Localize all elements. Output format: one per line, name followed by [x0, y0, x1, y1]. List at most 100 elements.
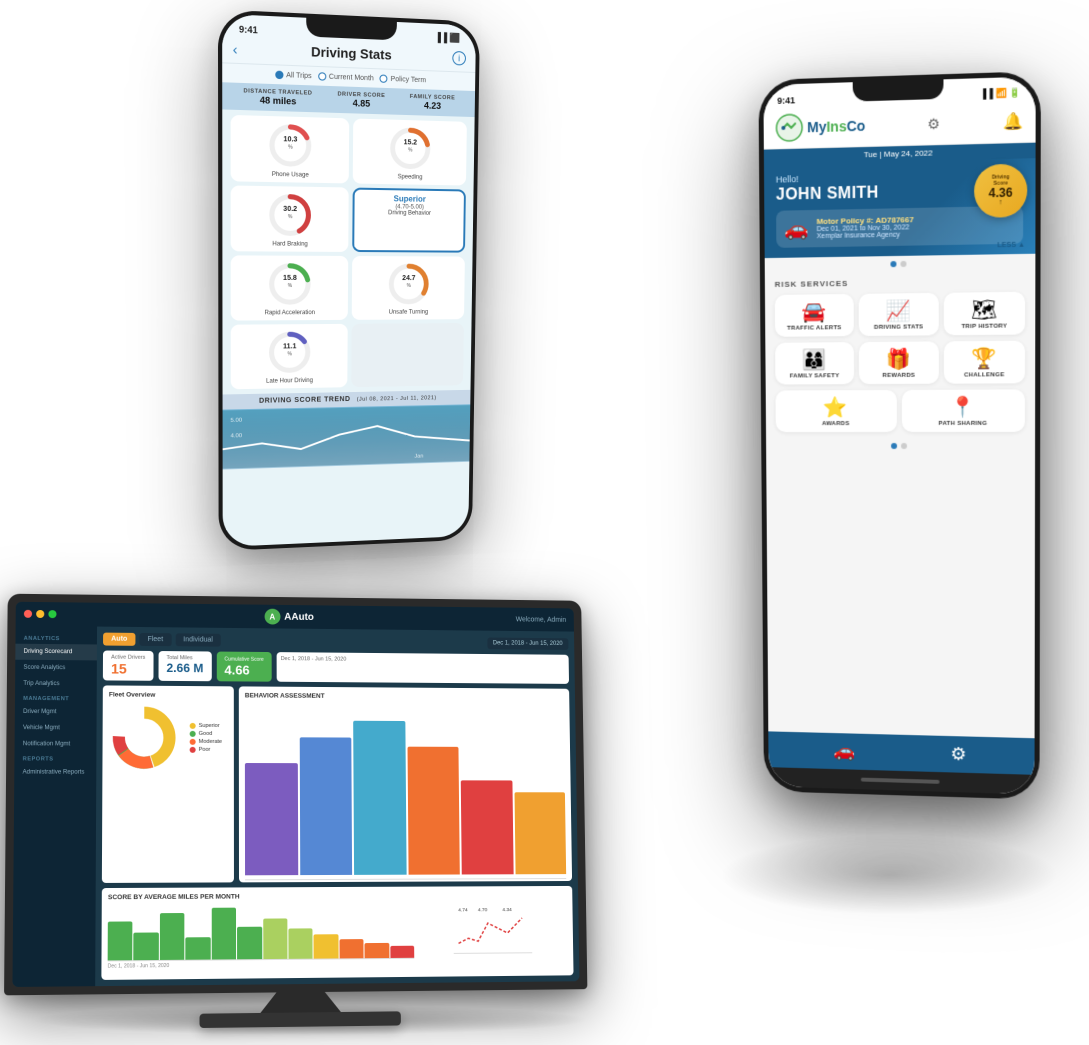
service-awards[interactable]: ⭐ AWARDS: [775, 390, 896, 432]
sidebar-item-vehicle-mgmt[interactable]: Vehicle Mgmt: [15, 720, 97, 736]
sidebar-item-trip-analytics[interactable]: Trip Analytics: [15, 676, 97, 693]
svg-text:%: %: [288, 283, 293, 289]
tab-policy-term[interactable]: Policy Term: [380, 74, 426, 84]
monitor-sub-tab-1[interactable]: Fleet: [139, 633, 171, 646]
gauge-rapid-acceleration: 15.8 % Rapid Acceleration: [231, 255, 349, 320]
bottom-bar-6: [237, 926, 262, 959]
badge-value: 4.36: [989, 186, 1013, 199]
awards-label: AWARDS: [822, 421, 850, 427]
bottom-chart-panel: SCORE BY AVERAGE MILES PER MONTH: [101, 886, 573, 980]
legend-label-poor: Poor: [199, 747, 211, 753]
x-label-accel: Accel: [408, 881, 460, 882]
back-button[interactable]: ‹: [233, 40, 238, 57]
kpi-drivers-value: 15: [111, 661, 145, 677]
x-label-phone: Phone: [354, 882, 406, 883]
right-phone-screen: 9:41 ▐▐ 📶 🔋 MyInsCo ⚙ 🔔: [763, 76, 1035, 794]
services-dot-1: [891, 443, 897, 449]
legend-dot-poor: [190, 747, 196, 753]
service-path-sharing[interactable]: 📍 PATH SHARING: [901, 389, 1025, 432]
monitor-logo-icon: A: [264, 609, 280, 625]
service-challenge[interactable]: 🏆 CHALLENGE: [944, 341, 1025, 384]
home-bar: [861, 778, 940, 784]
right-phone-notch: [853, 74, 944, 101]
rewards-icon: 🎁: [886, 350, 911, 370]
sidebar-item-score-analytics[interactable]: Score Analytics: [15, 660, 97, 677]
gauge-phone-usage: 10.3 % Phone Usage: [231, 115, 350, 184]
gauge-phone-usage-svg: 10.3 %: [266, 120, 315, 171]
nav-car[interactable]: 🚗: [834, 741, 856, 762]
monitor-logo: A AAuto: [264, 609, 314, 625]
legend-label-moderate: Moderate: [199, 739, 222, 745]
sidebar-item-driving-scorecard[interactable]: Driving Scorecard: [15, 644, 97, 661]
driver-score-stat: DRIVER SCORE 4.85: [337, 91, 385, 109]
service-trip-history[interactable]: 🗺 TRIP HISTORY: [944, 292, 1025, 336]
monitor: A AAuto Welcome, Admin ANALYTICS Driving…: [4, 594, 588, 1031]
service-driving-stats[interactable]: 📈 DRIVING STATS: [859, 293, 939, 336]
svg-text:%: %: [408, 147, 413, 153]
kpi-date-range-label: Dec 1, 2018 - Jun 15, 2020: [281, 656, 565, 664]
car-icon: 🚗: [784, 216, 809, 242]
service-rewards[interactable]: 🎁 REWARDS: [859, 341, 939, 384]
family-score-value: 4.23: [410, 100, 456, 112]
monitor-user: Welcome, Admin: [516, 616, 566, 623]
family-score-stat: FAMILY SCORE 4.23: [410, 94, 456, 112]
legend-dot-good: [190, 731, 196, 737]
hero-section: DrivingScore 4.36 ↑ Hello! JOHN SMITH 🚗 …: [764, 158, 1036, 258]
right-signal-icons: ▐▐ 📶 🔋: [980, 87, 1021, 100]
dot-2: [900, 261, 906, 267]
bottom-trend-svg: 4.74 4.70 4.34: [418, 903, 568, 959]
info-button[interactable]: i: [452, 50, 466, 65]
gauge-speeding-label: Speeding: [398, 174, 423, 180]
driving-stats-label: DRIVING STATS: [874, 324, 923, 331]
settings-icon[interactable]: ⚙: [927, 115, 940, 133]
nav-settings[interactable]: ⚙: [950, 744, 966, 765]
radio-all-trips: [275, 71, 283, 80]
bottom-bar-1: [108, 922, 133, 961]
bar-unsafe: [461, 781, 513, 875]
sidebar-item-driver-mgmt[interactable]: Driver Mgmt: [15, 704, 97, 721]
donut-svg: [109, 702, 180, 772]
gauge-rapid-accel-label: Rapid Acceleration: [264, 310, 315, 316]
gauge-speeding-svg: 15.2 %: [387, 124, 434, 173]
bottom-chart-area: 4.74 4.70 4.34: [108, 903, 568, 962]
monitor-base: [200, 1011, 401, 1028]
monitor-sub-tab-2[interactable]: Individual: [175, 633, 221, 646]
service-family-safety[interactable]: 👨‍👩‍👦 FAMILY SAFETY: [775, 342, 854, 384]
maximize-window-control[interactable]: [48, 610, 56, 618]
sidebar-item-notification-mgmt[interactable]: Notification Mgmt: [15, 736, 97, 752]
driver-score-value: 4.85: [337, 98, 385, 110]
left-time: 9:41: [239, 24, 258, 35]
gauge-hard-braking-label: Hard Braking: [272, 241, 308, 247]
right-phone: 9:41 ▐▐ 📶 🔋 MyInsCo ⚙ 🔔: [758, 71, 1040, 800]
kpi-date-range: Dec 1, 2018 - Jun 15, 2020: [277, 652, 569, 684]
tab-current-month[interactable]: Current Month: [318, 72, 374, 82]
right-app-header: MyInsCo ⚙ 🔔: [764, 102, 1036, 149]
services-grid-row2: 👨‍👩‍👦 FAMILY SAFETY 🎁 REWARDS 🏆 CHALLENG…: [775, 341, 1025, 385]
traffic-alerts-icon: 🚘: [802, 302, 827, 322]
monitor-tab-auto[interactable]: Auto: [103, 633, 135, 646]
superior-title: Superior: [394, 194, 426, 205]
bottom-bar-2: [134, 932, 159, 960]
monitor-sidebar: ANALYTICS Driving Scorecard Score Analyt…: [12, 626, 97, 987]
left-phone-screen: 9:41 ▐▐ ⬛ ‹ Driving Stats i All Trips Cu…: [222, 14, 476, 547]
myinsco-logo-icon: [775, 113, 803, 142]
sidebar-item-admin-reports[interactable]: Administrative Reports: [14, 764, 96, 780]
bottom-bar-10: [339, 939, 363, 958]
sidebar-section-management: MANAGEMENT: [15, 692, 97, 705]
services-pagination: [776, 438, 1025, 454]
bell-icon[interactable]: 🔔: [1003, 111, 1023, 132]
close-window-control[interactable]: [24, 610, 32, 618]
gauge-rapid-accel-svg: 15.8 %: [266, 260, 315, 309]
gauge-unsafe-turning-label: Unsafe Turning: [389, 310, 428, 316]
monitor-logo-text: AAuto: [284, 611, 314, 622]
gauge-hard-braking-svg: 30.2 %: [266, 190, 315, 239]
monitor-charts-row: Fleet Overview: [102, 685, 572, 883]
tab-all-trips[interactable]: All Trips: [275, 71, 312, 81]
family-safety-label: FAMILY SAFETY: [790, 373, 840, 379]
svg-text:10.3: 10.3: [283, 135, 297, 143]
less-button[interactable]: LESS ▲: [997, 242, 1025, 250]
service-traffic-alerts[interactable]: 🚘 TRAFFIC ALERTS: [775, 294, 854, 337]
minimize-window-control[interactable]: [36, 610, 44, 618]
radio-current-month: [318, 72, 326, 81]
svg-text:4.70: 4.70: [478, 907, 488, 913]
